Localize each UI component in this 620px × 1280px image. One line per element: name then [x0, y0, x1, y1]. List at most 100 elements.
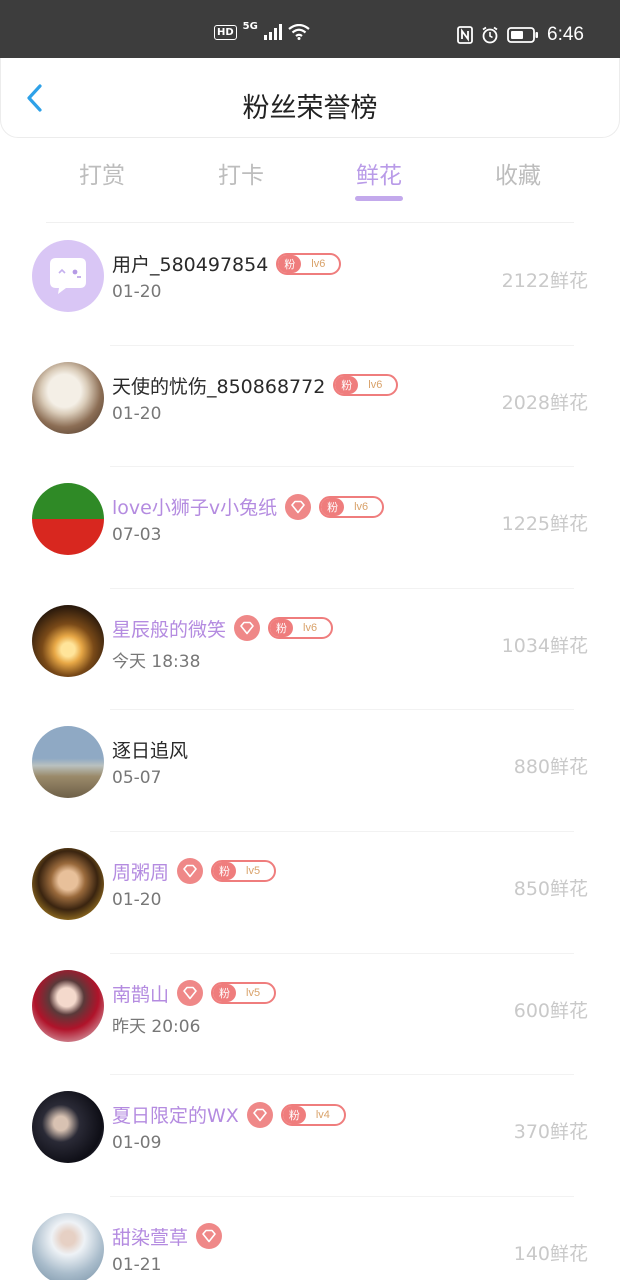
vip-badge: [177, 980, 204, 1007]
alarm-icon: [482, 26, 498, 44]
diamond-icon: [291, 500, 305, 513]
fan-label: 粉: [270, 619, 294, 638]
status-bar: HD 5G 6:46: [0, 0, 620, 58]
fan-label: 粉: [213, 984, 237, 1003]
page-title: 粉丝荣誉榜: [242, 93, 378, 124]
avatar[interactable]: [32, 483, 104, 556]
fan-label: 粉: [282, 1105, 306, 1124]
user-name[interactable]: 逐日追风: [112, 736, 188, 763]
name-line: 甜染萱草: [112, 1223, 223, 1250]
fan-level-badge: 粉 lv6: [333, 374, 399, 397]
flower-count: 370鲜花: [513, 1121, 588, 1144]
fan-level-badge: 粉 lv5: [211, 982, 277, 1005]
list-item[interactable]: 周粥周 粉 lv5 01-20 850鲜花: [0, 832, 620, 954]
name-line: 夏日限定的WX 粉 lv4: [112, 1101, 346, 1128]
vip-badge: [234, 615, 261, 642]
flower-count: 140鲜花: [513, 1242, 588, 1265]
clock: 6:46: [547, 24, 584, 45]
date: 01-20: [112, 403, 162, 424]
header: 粉丝荣誉榜: [0, 58, 620, 138]
user-name[interactable]: 夏日限定的WX: [112, 1101, 239, 1128]
flower-count: 2122鲜花: [501, 270, 588, 292]
diamond-icon: [240, 621, 254, 635]
list-item[interactable]: 逐日追风 05-07 880鲜花: [0, 710, 620, 832]
vip-badge: [246, 1101, 273, 1128]
list-item[interactable]: 甜染萱草 01-21 140鲜花: [0, 1197, 620, 1280]
avatar[interactable]: [32, 726, 104, 799]
fan-level: lv5: [246, 865, 261, 878]
network-type: 5G: [242, 20, 258, 32]
flower-count: 1034鲜花: [501, 634, 588, 657]
avatar[interactable]: [32, 847, 104, 920]
date: 昨天 20:06: [112, 1016, 201, 1037]
chat-bubble-icon: [50, 258, 86, 294]
flower-count: 850鲜花: [513, 877, 588, 900]
avatar[interactable]: [32, 1091, 104, 1164]
fan-level: lv4: [315, 1108, 330, 1121]
tab-bar: 打赏 打卡 鲜花 收藏: [0, 150, 620, 210]
vip-badge: [285, 493, 312, 520]
fan-level: lv6: [368, 379, 383, 392]
date: 07-03: [112, 525, 162, 546]
nfc-icon: [457, 26, 473, 44]
date: 今天 18:38: [112, 651, 201, 672]
fan-label: 粉: [335, 376, 359, 395]
date: 05-07: [112, 768, 162, 789]
user-name[interactable]: 天使的忧伤_850868772: [112, 372, 325, 399]
list-item[interactable]: love小狮子v小兔纸 粉 lv6 07-03 1225鲜花: [0, 467, 620, 589]
user-name[interactable]: 星辰般的微笑: [112, 615, 226, 642]
fan-list: 用户_580497854 粉 lv6 01-20 2122鲜花 天使的忧伤_85…: [0, 224, 620, 1280]
date: 01-21: [112, 1254, 162, 1275]
list-item[interactable]: 夏日限定的WX 粉 lv4 01-09 370鲜花: [0, 1075, 620, 1197]
battery-icon: [507, 27, 539, 43]
fan-level: lv6: [354, 500, 369, 513]
diamond-icon: [253, 1108, 267, 1121]
avatar[interactable]: [32, 240, 104, 312]
fan-level-badge: 粉 lv5: [211, 860, 277, 883]
user-name[interactable]: 周粥周: [112, 858, 169, 885]
fan-level-badge: 粉 lv6: [276, 252, 342, 275]
tab-reward[interactable]: 打赏: [52, 156, 152, 190]
tab-flowers[interactable]: 鲜花: [329, 156, 429, 190]
user-name[interactable]: 用户_580497854: [112, 250, 268, 277]
flower-count: 600鲜花: [513, 999, 588, 1022]
date: 01-20: [112, 889, 162, 910]
tab-checkin[interactable]: 打卡: [191, 156, 291, 190]
name-line: love小狮子v小兔纸 粉 lv6: [112, 493, 385, 520]
fan-level: lv6: [303, 622, 318, 635]
date: 01-09: [112, 1133, 162, 1154]
fan-level: lv5: [246, 987, 261, 1000]
user-name[interactable]: 南鹊山: [112, 980, 169, 1007]
fan-level-badge: 粉 lv4: [280, 1103, 346, 1126]
fan-level-badge: 粉 lv6: [319, 495, 385, 518]
list-item[interactable]: 用户_580497854 粉 lv6 01-20 2122鲜花: [0, 224, 620, 346]
fan-level-badge: 粉 lv6: [268, 617, 334, 640]
wifi-icon: [288, 24, 310, 40]
tab-indicator: [355, 196, 403, 201]
flower-count: 2028鲜花: [501, 391, 588, 414]
list-item[interactable]: 天使的忧伤_850868772 粉 lv6 01-20 2028鲜花: [0, 346, 620, 468]
fan-label: 粉: [278, 254, 302, 273]
avatar[interactable]: [32, 969, 104, 1042]
fan-level: lv6: [311, 257, 326, 270]
fan-label: 粉: [213, 862, 237, 881]
list-item[interactable]: 南鹊山 粉 lv5 昨天 20:06 600鲜花: [0, 954, 620, 1076]
status-right: 6:46: [457, 24, 584, 46]
tab-favorites[interactable]: 收藏: [468, 156, 568, 190]
name-line: 天使的忧伤_850868772 粉 lv6: [112, 372, 399, 399]
name-line: 用户_580497854 粉 lv6: [112, 250, 342, 277]
avatar[interactable]: [32, 604, 104, 677]
date: 01-20: [112, 282, 162, 302]
user-name[interactable]: 甜染萱草: [112, 1223, 188, 1250]
list-item[interactable]: 星辰般的微笑 粉 lv6 今天 18:38 1034鲜花: [0, 589, 620, 711]
diamond-icon: [202, 1229, 216, 1243]
avatar[interactable]: [32, 361, 104, 434]
fan-label: 粉: [321, 497, 345, 516]
name-line: 星辰般的微笑 粉 lv6: [112, 615, 334, 642]
user-name[interactable]: love小狮子v小兔纸: [112, 493, 277, 520]
vip-badge: [177, 858, 204, 885]
name-line: 南鹊山 粉 lv5: [112, 980, 277, 1007]
hd-icon: HD: [214, 24, 237, 40]
status-left: HD 5G: [214, 20, 310, 40]
avatar[interactable]: [32, 1212, 104, 1280]
